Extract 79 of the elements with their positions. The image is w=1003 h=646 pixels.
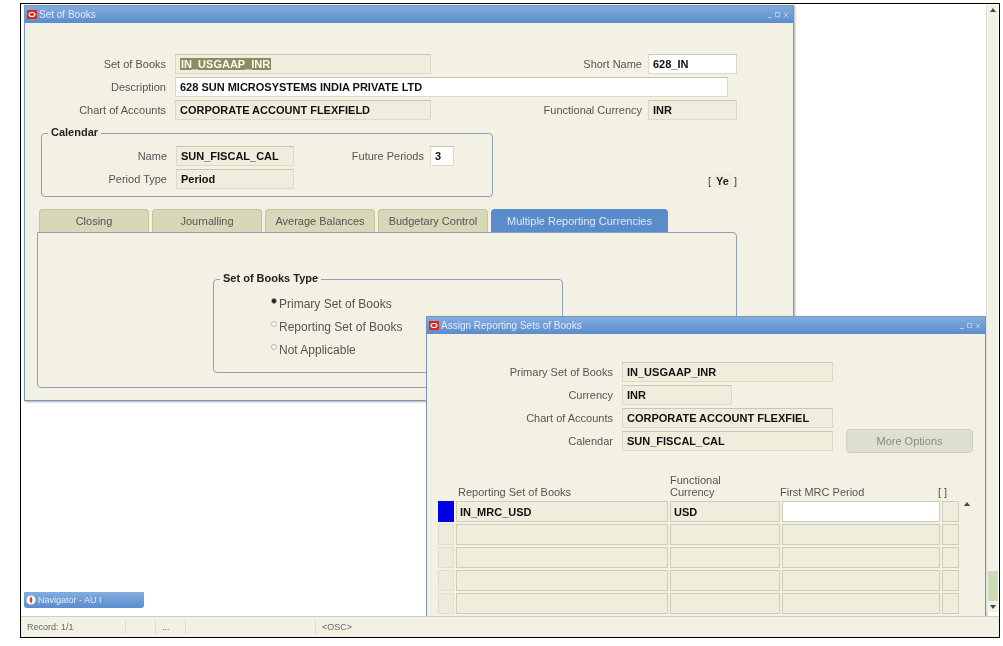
column-header: Reporting Set of Books bbox=[457, 486, 573, 500]
field-label: Short Name bbox=[583, 57, 643, 70]
app-icon bbox=[429, 321, 439, 330]
column-header: [ ] bbox=[937, 486, 949, 500]
functional-currency-field[interactable]: INR bbox=[648, 99, 737, 120]
table-cell[interactable] bbox=[942, 524, 959, 545]
field-label: Name bbox=[136, 149, 168, 162]
short-name-field[interactable]: 628_IN bbox=[648, 53, 737, 74]
status-text: ... bbox=[156, 620, 186, 634]
table-cell[interactable] bbox=[456, 570, 668, 591]
status-text: Record: 1/1 bbox=[21, 620, 126, 634]
description-field[interactable]: 628 SUN MICROSYSTEMS INDIA PRIVATE LTD bbox=[175, 76, 728, 97]
scroll-thumb[interactable] bbox=[987, 571, 998, 601]
chart-of-accounts-field[interactable]: CORPORATE ACCOUNT FLEXFIELD bbox=[175, 99, 431, 120]
field-label: Set of Books bbox=[102, 57, 167, 70]
window-title: Navigator - AU I bbox=[38, 595, 102, 605]
tab[interactable]: Journalling bbox=[152, 209, 262, 232]
table-cell[interactable] bbox=[670, 570, 780, 591]
tab[interactable]: Budgetary Control bbox=[378, 209, 488, 232]
future-periods-field[interactable]: 3 bbox=[430, 145, 454, 166]
flag-field[interactable]: Ye bbox=[713, 173, 732, 189]
window-title: Assign Reporting Sets of Books bbox=[441, 320, 583, 331]
app-icon bbox=[27, 10, 37, 19]
table-cell[interactable] bbox=[782, 501, 940, 522]
radio-label: Not Applicable bbox=[279, 342, 356, 357]
text-field[interactable]: SUN_FISCAL_CAL bbox=[622, 430, 833, 451]
period-type-field[interactable]: Period bbox=[176, 168, 294, 189]
radio-button[interactable] bbox=[271, 343, 277, 350]
status-text: <OSC> bbox=[321, 621, 353, 634]
radio-label: Primary Set of Books bbox=[279, 296, 392, 311]
radio-label: Reporting Set of Books bbox=[279, 319, 403, 334]
tab[interactable]: Average Balances bbox=[265, 209, 375, 232]
window-controls-icon[interactable] bbox=[767, 10, 789, 19]
radio-button[interactable] bbox=[271, 320, 277, 327]
window-controls-icon[interactable] bbox=[959, 321, 981, 330]
scrollbar[interactable] bbox=[986, 5, 998, 612]
table-cell[interactable] bbox=[456, 524, 668, 545]
scroll-up-icon[interactable] bbox=[988, 7, 997, 13]
text-field[interactable]: IN_USGAAP_INR bbox=[622, 361, 833, 382]
table-cell[interactable] bbox=[782, 524, 940, 545]
column-header: First MRC Period bbox=[779, 486, 866, 500]
table-cell[interactable] bbox=[670, 524, 780, 545]
field-label: Functional Currency bbox=[543, 103, 643, 116]
scroll-down-icon[interactable] bbox=[988, 604, 997, 610]
table-cell[interactable] bbox=[782, 547, 940, 568]
field-label: Period Type bbox=[107, 172, 168, 185]
table-cell[interactable] bbox=[942, 501, 959, 522]
row-indicator[interactable] bbox=[438, 501, 454, 522]
calendar-name-field[interactable]: SUN_FISCAL_CAL bbox=[176, 145, 294, 166]
table-cell[interactable]: IN_MRC_USD bbox=[456, 501, 668, 522]
table-cell[interactable] bbox=[782, 593, 940, 614]
table-cell[interactable] bbox=[782, 570, 940, 591]
table-cell[interactable] bbox=[456, 593, 668, 614]
table-cell[interactable] bbox=[942, 570, 959, 591]
bracket: ] bbox=[733, 175, 737, 187]
compass-icon bbox=[26, 595, 36, 605]
group-title: Set of Books Type bbox=[220, 272, 322, 284]
scroll-up-icon[interactable] bbox=[963, 501, 971, 507]
field-label: Chart of Accounts bbox=[78, 103, 167, 116]
radio-button[interactable] bbox=[271, 297, 277, 304]
bracket: [ bbox=[708, 175, 712, 187]
field-label: Future Periods bbox=[350, 149, 425, 162]
field-label: Calendar bbox=[567, 434, 614, 447]
tab[interactable]: Closing bbox=[39, 209, 149, 232]
window-title: Set of Books bbox=[39, 9, 97, 20]
text-field[interactable]: INR bbox=[622, 384, 732, 405]
field-label: Chart of Accounts bbox=[525, 411, 614, 424]
text-field[interactable]: CORPORATE ACCOUNT FLEXFIEL bbox=[622, 407, 833, 428]
field-label: Description bbox=[109, 80, 167, 93]
table-cell[interactable]: USD bbox=[670, 501, 780, 522]
table-cell[interactable] bbox=[942, 547, 959, 568]
field-label: Primary Set of Books bbox=[508, 365, 614, 378]
table-cell[interactable] bbox=[456, 547, 668, 568]
table-cell[interactable] bbox=[670, 593, 780, 614]
table-cell[interactable] bbox=[670, 547, 780, 568]
field-label: Currency bbox=[567, 388, 614, 401]
column-header: Functional Currency bbox=[669, 474, 722, 500]
group-title: Calendar bbox=[48, 126, 102, 138]
table-cell[interactable] bbox=[942, 593, 959, 614]
